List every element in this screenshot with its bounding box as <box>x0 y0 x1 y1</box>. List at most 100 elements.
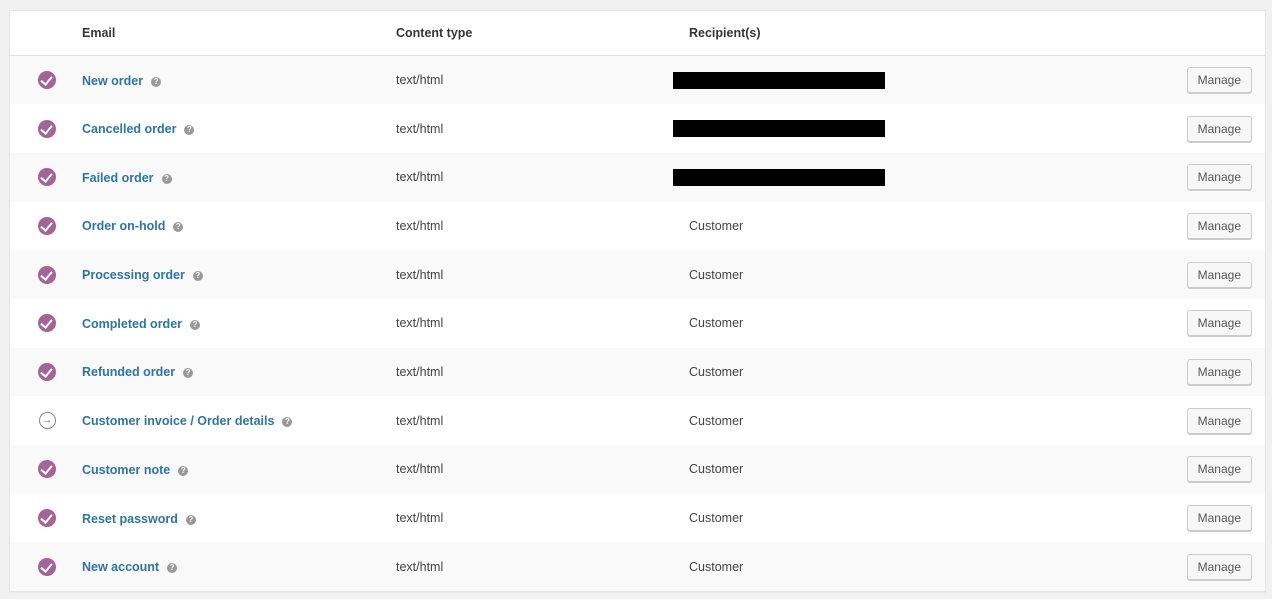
check-circle-icon <box>38 460 56 479</box>
help-icon[interactable]: ? <box>167 563 178 574</box>
help-icon[interactable]: ? <box>178 465 189 476</box>
help-icon[interactable]: ? <box>190 319 201 330</box>
check-circle-icon <box>38 265 56 284</box>
content-type-cell: text/html <box>396 559 444 574</box>
status-cell <box>10 299 82 348</box>
content-type-cell: text/html <box>396 316 444 331</box>
table-row: Order on-hold? text/html Customer Manage <box>10 201 1265 251</box>
actions-cell: Manage <box>1165 348 1265 397</box>
redacted-recipient <box>673 120 885 138</box>
check-circle-icon <box>38 168 56 187</box>
email-link[interactable]: Refunded order <box>82 365 175 379</box>
email-cell: Cancelled order? <box>82 104 396 153</box>
manage-button[interactable]: Manage <box>1186 553 1252 580</box>
email-cell: Processing order? <box>82 250 396 299</box>
status-cell <box>10 56 82 105</box>
status-cell <box>10 104 82 153</box>
check-circle-icon <box>38 362 56 381</box>
recipient-cell: Customer <box>689 511 744 526</box>
status-cell <box>10 348 82 397</box>
check-circle-icon <box>38 557 56 576</box>
email-link[interactable]: New order <box>82 74 143 88</box>
email-link[interactable]: Customer invoice / Order details <box>82 414 274 428</box>
recipient-cell: Customer <box>689 364 744 379</box>
table-row: Reset password? text/html Customer Manag… <box>10 493 1265 543</box>
manage-button[interactable]: Manage <box>1186 358 1252 385</box>
email-cell: Completed order? <box>82 299 396 348</box>
manage-button[interactable]: Manage <box>1186 310 1252 337</box>
recipient-cell <box>673 104 1165 153</box>
status-cell <box>10 202 82 251</box>
email-link[interactable]: New account <box>82 560 159 574</box>
help-icon[interactable]: ? <box>173 222 184 233</box>
email-link[interactable]: Customer note <box>82 463 170 477</box>
status-cell <box>10 153 82 202</box>
actions-cell: Manage <box>1165 494 1265 543</box>
help-icon[interactable]: ? <box>184 125 195 136</box>
help-icon[interactable]: ? <box>282 417 293 428</box>
redacted-recipient <box>673 71 885 89</box>
arrow-circle-right-icon: → <box>38 412 56 430</box>
email-link[interactable]: Cancelled order <box>82 122 176 136</box>
manage-button[interactable]: Manage <box>1186 67 1252 94</box>
table-row: Refunded order? text/html Customer Manag… <box>10 347 1265 397</box>
email-cell: Order on-hold? <box>82 202 396 251</box>
actions-cell: Manage <box>1165 542 1265 591</box>
actions-cell: Manage <box>1165 153 1265 202</box>
actions-cell: Manage <box>1165 56 1265 105</box>
email-cell: Customer note? <box>82 445 396 494</box>
help-icon[interactable]: ? <box>185 514 196 525</box>
help-icon[interactable]: ? <box>151 76 162 87</box>
email-cell: New account? <box>82 542 396 591</box>
table-header-row: Email Content type Recipient(s) <box>10 11 1265 56</box>
content-type-cell: text/html <box>396 364 444 379</box>
email-rows: New order? text/html Manage Cancelled or… <box>10 55 1265 592</box>
recipient-cell: Customer <box>689 413 744 428</box>
header-status <box>10 11 82 56</box>
email-link[interactable]: Failed order <box>82 171 154 185</box>
email-link[interactable]: Completed order <box>82 317 182 331</box>
manage-button[interactable]: Manage <box>1186 115 1252 142</box>
check-circle-icon <box>38 509 56 528</box>
email-settings-table-container: Email Content type Recipient(s) New orde… <box>9 10 1266 593</box>
status-cell: → <box>10 396 82 445</box>
check-circle-icon <box>38 71 56 90</box>
email-cell: Customer invoice / Order details? <box>82 396 396 445</box>
redacted-recipient <box>673 168 885 186</box>
content-type-cell: text/html <box>396 511 444 526</box>
manage-button[interactable]: Manage <box>1186 407 1252 434</box>
status-cell <box>10 542 82 591</box>
help-icon[interactable]: ? <box>183 368 194 379</box>
content-type-cell: text/html <box>396 121 444 136</box>
table-row: Failed order? text/html Manage <box>10 152 1265 202</box>
actions-cell: Manage <box>1165 299 1265 348</box>
email-link[interactable]: Order on-hold <box>82 219 165 233</box>
manage-button[interactable]: Manage <box>1186 164 1252 191</box>
actions-cell: Manage <box>1165 396 1265 445</box>
email-cell: New order? <box>82 56 396 105</box>
help-icon[interactable]: ? <box>192 271 203 282</box>
actions-cell: Manage <box>1165 202 1265 251</box>
manage-button[interactable]: Manage <box>1186 212 1252 239</box>
header-content-type: Content type <box>396 11 689 56</box>
table-row: Customer note? text/html Customer Manage <box>10 445 1265 494</box>
manage-button[interactable]: Manage <box>1186 261 1252 288</box>
email-link[interactable]: Processing order <box>82 268 185 282</box>
email-cell: Reset password? <box>82 494 396 543</box>
email-link[interactable]: Reset password <box>82 512 178 526</box>
table-row: Cancelled order? text/html Manage <box>10 104 1265 153</box>
manage-button[interactable]: Manage <box>1186 505 1252 532</box>
table-row: → Customer invoice / Order details? text… <box>10 396 1265 445</box>
content-type-cell: text/html <box>396 73 444 88</box>
email-cell: Refunded order? <box>82 348 396 397</box>
header-actions <box>1165 11 1265 56</box>
status-cell <box>10 250 82 299</box>
help-icon[interactable]: ? <box>161 173 172 184</box>
content-type-cell: text/html <box>396 218 444 233</box>
recipient-cell <box>673 56 1165 105</box>
check-circle-icon <box>38 314 56 333</box>
header-email: Email <box>82 11 396 56</box>
content-type-cell: text/html <box>396 413 444 428</box>
recipient-cell: Customer <box>689 559 744 574</box>
manage-button[interactable]: Manage <box>1186 456 1252 483</box>
